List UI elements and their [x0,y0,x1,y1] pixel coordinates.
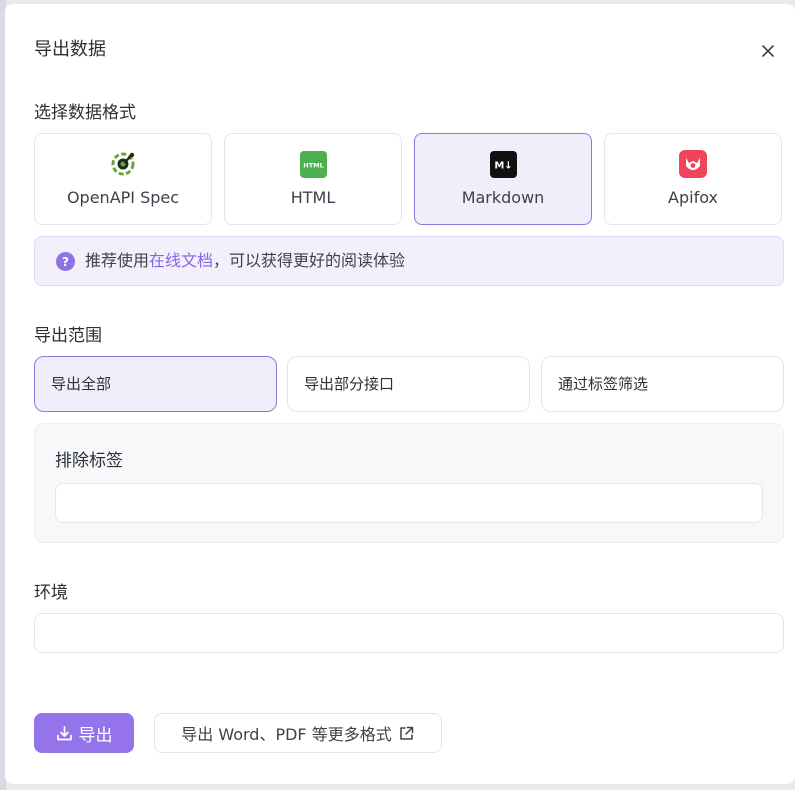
environment-label: 环境 [34,583,68,603]
format-option-label: Markdown [461,188,545,207]
range-option-label: 导出全部 [51,375,112,393]
close-icon [762,45,774,57]
format-option-apifox[interactable]: Apifox [604,133,782,225]
range-option-by-tag[interactable]: 通过标签筛选 [541,356,784,412]
question-circle-icon: ? [56,252,75,271]
range-option-label: 导出部分接口 [304,375,395,393]
format-option-label: Apifox [668,188,718,207]
format-option-label: OpenAPI Spec [66,188,180,207]
format-option-markdown[interactable]: M↓ Markdown [414,133,592,225]
svg-text:M↓: M↓ [494,160,512,171]
download-icon [56,725,72,740]
tip-prefix: 推荐使用 [85,251,150,270]
format-option-openapi[interactable]: OpenAPI Spec [34,133,212,225]
export-button[interactable]: 导出 [34,713,134,753]
html-icon: HTML [299,150,327,178]
range-option-partial[interactable]: 导出部分接口 [287,356,530,412]
format-section-label: 选择数据格式 [34,103,136,123]
range-section-label: 导出范围 [34,326,102,346]
format-option-html[interactable]: HTML HTML [224,133,402,225]
exclude-tags-input[interactable] [55,483,763,523]
tip-suffix: ，可以获得更好的阅读体验 [213,251,406,270]
exclude-tags-panel: 排除标签 [34,423,784,543]
export-data-dialog: 导出数据 选择数据格式 OpenAPI Spec HTML HTML M↓ Ma… [5,4,795,784]
markdown-icon: M↓ [489,150,517,178]
export-more-formats-button[interactable]: 导出 Word、PDF 等更多格式 [154,713,442,753]
openapi-logo-icon [109,150,137,178]
exclude-tags-label: 排除标签 [55,451,123,471]
export-more-formats-label: 导出 Word、PDF 等更多格式 [181,725,392,744]
online-docs-link[interactable]: 在线文档 [149,251,213,270]
dialog-title: 导出数据 [34,39,106,60]
svg-text:HTML: HTML [303,161,323,169]
range-option-all[interactable]: 导出全部 [34,356,277,412]
apifox-logo-icon [679,150,707,178]
online-docs-tip: ? 推荐使用在线文档，可以获得更好的阅读体验 [34,236,784,286]
export-button-label: 导出 [78,725,113,746]
tip-text: 推荐使用在线文档，可以获得更好的阅读体验 [85,250,405,272]
external-link-icon [399,726,413,740]
environment-select[interactable] [34,613,784,653]
close-button[interactable] [757,40,779,62]
format-option-label: HTML [290,188,336,207]
range-option-label: 通过标签筛选 [558,375,649,393]
